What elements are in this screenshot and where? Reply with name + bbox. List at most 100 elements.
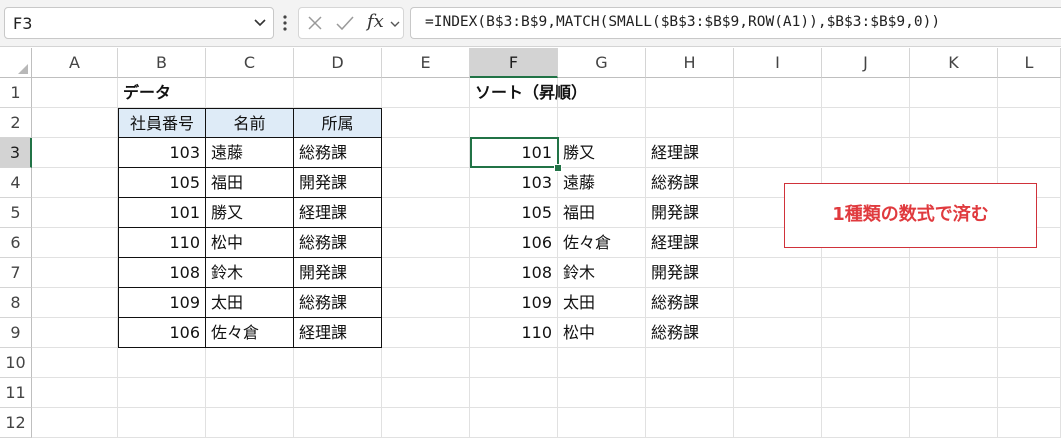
cell-h2[interactable] — [646, 108, 734, 138]
cell-j8[interactable] — [822, 288, 910, 318]
cell-a12[interactable] — [32, 408, 118, 438]
cell-a2[interactable] — [32, 108, 118, 138]
chevron-down-icon[interactable] — [253, 15, 267, 29]
column-header-c[interactable]: C — [206, 48, 294, 78]
cell-k7[interactable] — [910, 258, 998, 288]
sorted-id-cell[interactable]: 101 — [470, 138, 558, 168]
sorted-name-cell[interactable]: 太田 — [558, 288, 646, 318]
cancel-icon[interactable] — [307, 15, 323, 31]
cell-h11[interactable] — [646, 378, 734, 408]
formula-input[interactable]: =INDEX(B$3:B$9,MATCH(SMALL($B$3:$B$9,ROW… — [410, 7, 1061, 39]
table-id-cell[interactable]: 109 — [118, 288, 206, 318]
cell-l10[interactable] — [998, 348, 1061, 378]
sorted-dept-cell[interactable]: 経理課 — [646, 138, 734, 168]
row-header-11[interactable]: 11 — [0, 378, 32, 408]
cell-b12[interactable] — [118, 408, 206, 438]
cell-a8[interactable] — [32, 288, 118, 318]
cell-a1[interactable] — [32, 78, 118, 108]
cell-e3[interactable] — [382, 138, 470, 168]
cell-b10[interactable] — [118, 348, 206, 378]
cell-d10[interactable] — [294, 348, 382, 378]
row-header-12[interactable]: 12 — [0, 408, 32, 438]
select-all-corner[interactable] — [0, 48, 32, 78]
sorted-dept-cell[interactable]: 経理課 — [646, 228, 734, 258]
cell-g2[interactable] — [558, 108, 646, 138]
cell-e8[interactable] — [382, 288, 470, 318]
cell-l2[interactable] — [998, 108, 1061, 138]
cell-e5[interactable] — [382, 198, 470, 228]
cell-g11[interactable] — [558, 378, 646, 408]
table-id-cell[interactable]: 106 — [118, 318, 206, 348]
cell-j9[interactable] — [822, 318, 910, 348]
table-name-cell[interactable]: 鈴木 — [206, 258, 294, 288]
cell-a6[interactable] — [32, 228, 118, 258]
cell-c10[interactable] — [206, 348, 294, 378]
sorted-dept-cell[interactable]: 総務課 — [646, 288, 734, 318]
table-name-cell[interactable]: 松中 — [206, 228, 294, 258]
cell-b11[interactable] — [118, 378, 206, 408]
table-id-cell[interactable]: 103 — [118, 138, 206, 168]
sorted-name-cell[interactable]: 勝又 — [558, 138, 646, 168]
cell-a4[interactable] — [32, 168, 118, 198]
column-header-f[interactable]: F — [470, 48, 558, 78]
cell-e2[interactable] — [382, 108, 470, 138]
more-icon[interactable] — [283, 13, 287, 33]
cell-j10[interactable] — [822, 348, 910, 378]
cell-h1[interactable] — [646, 78, 734, 108]
cell-l8[interactable] — [998, 288, 1061, 318]
sort-title-cell[interactable]: ソート（昇順） — [470, 78, 587, 108]
row-header-3[interactable]: 3 — [0, 138, 32, 168]
cell-i12[interactable] — [734, 408, 822, 438]
cell-e9[interactable] — [382, 318, 470, 348]
cell-i3[interactable] — [734, 138, 822, 168]
table-name-cell[interactable]: 福田 — [206, 168, 294, 198]
cell-c12[interactable] — [206, 408, 294, 438]
cell-j7[interactable] — [822, 258, 910, 288]
cell-h10[interactable] — [646, 348, 734, 378]
cell-l11[interactable] — [998, 378, 1061, 408]
cell-i10[interactable] — [734, 348, 822, 378]
fill-handle[interactable] — [554, 164, 562, 172]
sorted-dept-cell[interactable]: 総務課 — [646, 168, 734, 198]
cell-e6[interactable] — [382, 228, 470, 258]
cell-i9[interactable] — [734, 318, 822, 348]
table-name-cell[interactable]: 太田 — [206, 288, 294, 318]
sorted-name-cell[interactable]: 福田 — [558, 198, 646, 228]
cell-f2[interactable] — [470, 108, 558, 138]
sorted-id-cell[interactable]: 103 — [470, 168, 558, 198]
column-header-h[interactable]: H — [646, 48, 734, 78]
column-header-l[interactable]: L — [998, 48, 1061, 78]
table-id-cell[interactable]: 110 — [118, 228, 206, 258]
table-name-cell[interactable]: 佐々倉 — [206, 318, 294, 348]
table-dept-cell[interactable]: 開発課 — [294, 258, 382, 288]
cell-e7[interactable] — [382, 258, 470, 288]
row-header-6[interactable]: 6 — [0, 228, 32, 258]
sorted-name-cell[interactable]: 松中 — [558, 318, 646, 348]
sorted-dept-cell[interactable]: 開発課 — [646, 258, 734, 288]
table-header-1[interactable]: 社員番号 — [118, 108, 206, 138]
cell-g10[interactable] — [558, 348, 646, 378]
cell-l3[interactable] — [998, 138, 1061, 168]
row-header-8[interactable]: 8 — [0, 288, 32, 318]
column-header-a[interactable]: A — [32, 48, 118, 78]
cell-d11[interactable] — [294, 378, 382, 408]
cell-j1[interactable] — [822, 78, 910, 108]
cell-k1[interactable] — [910, 78, 998, 108]
column-header-d[interactable]: D — [294, 48, 382, 78]
row-header-10[interactable]: 10 — [0, 348, 32, 378]
table-dept-cell[interactable]: 総務課 — [294, 228, 382, 258]
cell-l12[interactable] — [998, 408, 1061, 438]
table-id-cell[interactable]: 101 — [118, 198, 206, 228]
sorted-name-cell[interactable]: 遠藤 — [558, 168, 646, 198]
cell-c11[interactable] — [206, 378, 294, 408]
table-id-cell[interactable]: 108 — [118, 258, 206, 288]
cell-k12[interactable] — [910, 408, 998, 438]
cell-a11[interactable] — [32, 378, 118, 408]
table-dept-cell[interactable]: 経理課 — [294, 318, 382, 348]
cell-d1[interactable] — [294, 78, 382, 108]
cell-e12[interactable] — [382, 408, 470, 438]
row-header-4[interactable]: 4 — [0, 168, 32, 198]
cell-f10[interactable] — [470, 348, 558, 378]
cell-i11[interactable] — [734, 378, 822, 408]
name-box[interactable]: F3 — [4, 7, 274, 39]
